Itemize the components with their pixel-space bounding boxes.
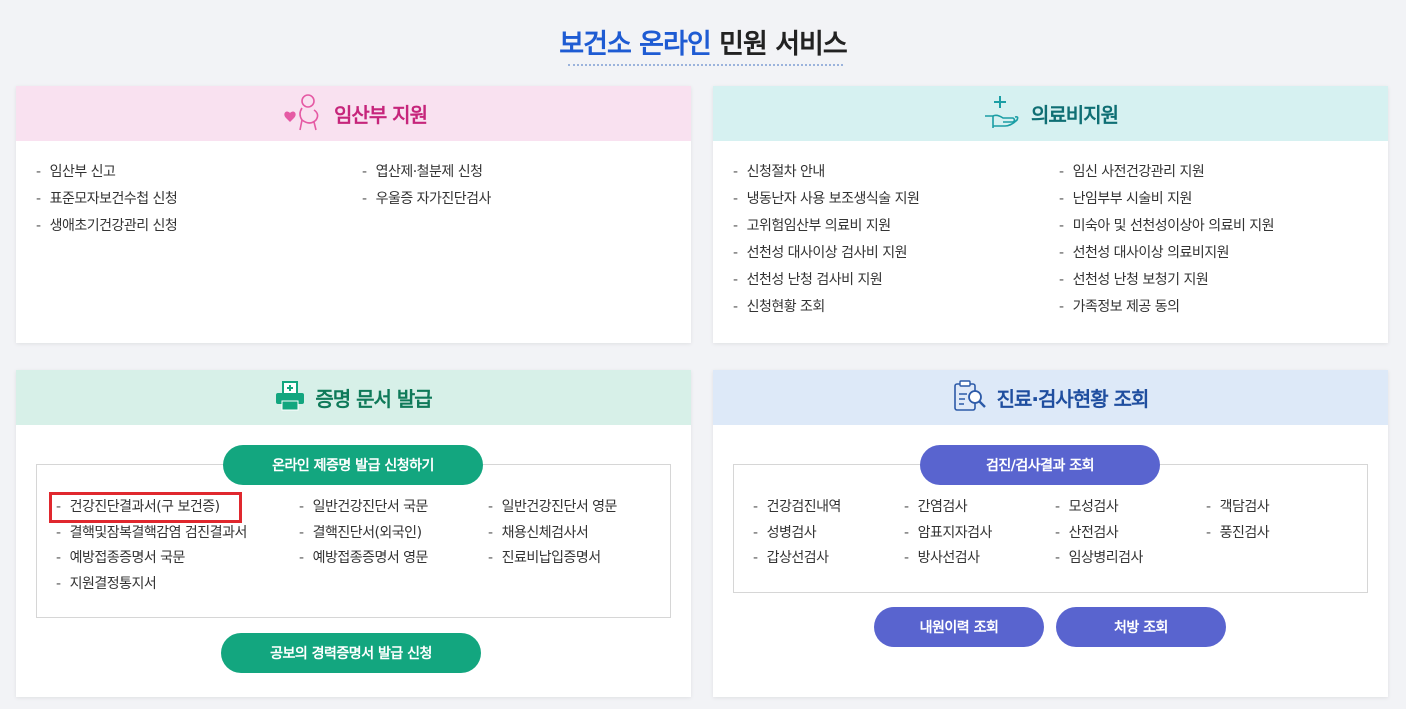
list-item[interactable]: 풍진검사 xyxy=(1206,521,1270,547)
exam-list-col2: 간염검사 암표지자검사 방사선검사 xyxy=(904,495,993,572)
medical-support-card: 의료비지원 신청절차 안내 냉동난자 사용 보조생식술 지원 고위험임산부 의료… xyxy=(713,86,1388,343)
online-certificate-apply-button[interactable]: 온라인 제증명 발급 신청하기 xyxy=(223,445,483,485)
page-title: 보건소 온라인 민원 서비스 xyxy=(0,22,1406,61)
list-item[interactable]: 산전검사 xyxy=(1055,521,1143,547)
medical-list-right: 임신 사전건강관리 지원 난임부부 시술비 지원 미숙아 및 선천성이상아 의료… xyxy=(1059,159,1275,321)
cert-card-title: 증명 문서 발급 xyxy=(315,387,432,411)
list-item[interactable]: 미숙아 및 선천성이상아 의료비 지원 xyxy=(1059,213,1275,240)
list-item[interactable]: 일반건강진단서 국문 xyxy=(299,495,429,521)
list-item[interactable]: 엽산제·철분제 신청 xyxy=(362,159,491,186)
printer-icon xyxy=(275,380,305,415)
list-item[interactable]: 암표지자검사 xyxy=(904,521,993,547)
doctor-career-certificate-button[interactable]: 공보의 경력증명서 발급 신청 xyxy=(221,633,481,673)
list-item[interactable]: 채용신체검사서 xyxy=(488,521,617,547)
list-item[interactable]: 진료비납입증명서 xyxy=(488,546,617,572)
list-item[interactable]: 생애초기건강관리 신청 xyxy=(36,213,178,240)
highlight-box xyxy=(49,492,242,523)
list-item[interactable]: 신청현황 조회 xyxy=(733,294,919,321)
list-item[interactable]: 선천성 대사이상 의료비지원 xyxy=(1059,240,1274,267)
cert-list-col3: 일반건강진단서 영문 채용신체검사서 진료비납입증명서 xyxy=(488,495,618,572)
list-item[interactable]: 지원결정통지서 xyxy=(56,572,247,598)
list-item[interactable]: 결핵및잠복결핵감염 검진결과서 xyxy=(56,521,248,547)
prescription-search-button[interactable]: 처방 조회 xyxy=(1056,607,1226,647)
list-item[interactable]: 간염검사 xyxy=(904,495,992,521)
medical-card-header: 의료비지원 xyxy=(713,86,1388,141)
title-blue: 보건소 온라인 xyxy=(559,29,711,60)
pregnant-woman-icon xyxy=(280,92,324,136)
list-item[interactable]: 갑상선검사 xyxy=(753,546,841,572)
cert-list-col2: 일반건강진단서 국문 결핵진단서(외국인) 예방접종증명서 영문 xyxy=(299,495,429,572)
list-item[interactable]: 냉동난자 사용 보조생식술 지원 xyxy=(733,186,920,213)
list-item[interactable]: 임신 사전건강관리 지원 xyxy=(1059,159,1274,186)
list-item[interactable]: 선천성 난청 보청기 지원 xyxy=(1059,267,1274,294)
exam-list-col3: 모성검사 산전검사 임상병리검사 xyxy=(1055,495,1144,572)
list-item[interactable]: 우울증 자가진단검사 xyxy=(362,186,492,213)
visit-history-button[interactable]: 내원이력 조회 xyxy=(874,607,1044,647)
exam-card-title: 진료·검사현황 조회 xyxy=(996,387,1150,411)
exam-status-card: 진료·검사현황 조회 검진/검사결과 조회 건강검진내역 성병검사 갑상선검사 … xyxy=(713,370,1388,697)
exam-result-search-button[interactable]: 검진/검사결과 조회 xyxy=(920,445,1160,485)
pregnant-card-header: 임산부 지원 xyxy=(16,86,691,141)
pregnant-card-title: 임산부 지원 xyxy=(334,103,428,127)
exam-card-header: 진료·검사현황 조회 xyxy=(713,370,1388,425)
list-item[interactable]: 일반건강진단서 영문 xyxy=(488,495,618,521)
list-item[interactable]: 선천성 난청 검사비 지원 xyxy=(733,267,919,294)
pregnant-support-card: 임산부 지원 임산부 신고 표준모자보건수첩 신청 생애초기건강관리 신청 엽산… xyxy=(16,86,691,343)
title-dark: 민원 서비스 xyxy=(719,29,848,60)
list-item[interactable]: 고위험임산부 의료비 지원 xyxy=(733,213,919,240)
hand-medical-icon xyxy=(983,94,1021,134)
title-underline xyxy=(568,64,843,66)
cert-card-header: 증명 문서 발급 xyxy=(16,370,691,425)
clipboard-search-icon xyxy=(953,379,987,416)
exam-list-col1: 건강검진내역 성병검사 갑상선검사 xyxy=(753,495,842,572)
list-item[interactable]: 난임부부 시술비 지원 xyxy=(1059,186,1274,213)
list-item[interactable]: 선천성 대사이상 검사비 지원 xyxy=(733,240,919,267)
list-item[interactable]: 성병검사 xyxy=(753,521,841,547)
list-item[interactable]: 가족정보 제공 동의 xyxy=(1059,294,1274,321)
list-item[interactable]: 객담검사 xyxy=(1206,495,1270,521)
list-item[interactable]: 건강검진내역 xyxy=(753,495,842,521)
list-item[interactable]: 예방접종증명서 영문 xyxy=(299,546,429,572)
pregnant-list-left: 임산부 신고 표준모자보건수첩 신청 생애초기건강관리 신청 xyxy=(36,159,178,240)
list-item[interactable]: 결핵진단서(외국인) xyxy=(299,521,428,547)
list-item[interactable]: 표준모자보건수첩 신청 xyxy=(36,186,178,213)
certificate-card: 증명 문서 발급 온라인 제증명 발급 신청하기 건강진단결과서(구 보건증) … xyxy=(16,370,691,697)
list-item[interactable]: 방사선검사 xyxy=(904,546,992,572)
list-item[interactable]: 모성검사 xyxy=(1055,495,1143,521)
list-item[interactable]: 임산부 신고 xyxy=(36,159,177,186)
list-item[interactable]: 임상병리검사 xyxy=(1055,546,1144,572)
medical-card-title: 의료비지원 xyxy=(1031,103,1119,127)
pregnant-list-right: 엽산제·철분제 신청 우울증 자가진단검사 xyxy=(362,159,492,213)
list-item[interactable]: 예방접종증명서 국문 xyxy=(56,546,247,572)
medical-list-left: 신청절차 안내 냉동난자 사용 보조생식술 지원 고위험임산부 의료비 지원 선… xyxy=(733,159,920,321)
exam-list-col4: 객담검사 풍진검사 xyxy=(1206,495,1270,547)
list-item[interactable]: 신청절차 안내 xyxy=(733,159,919,186)
